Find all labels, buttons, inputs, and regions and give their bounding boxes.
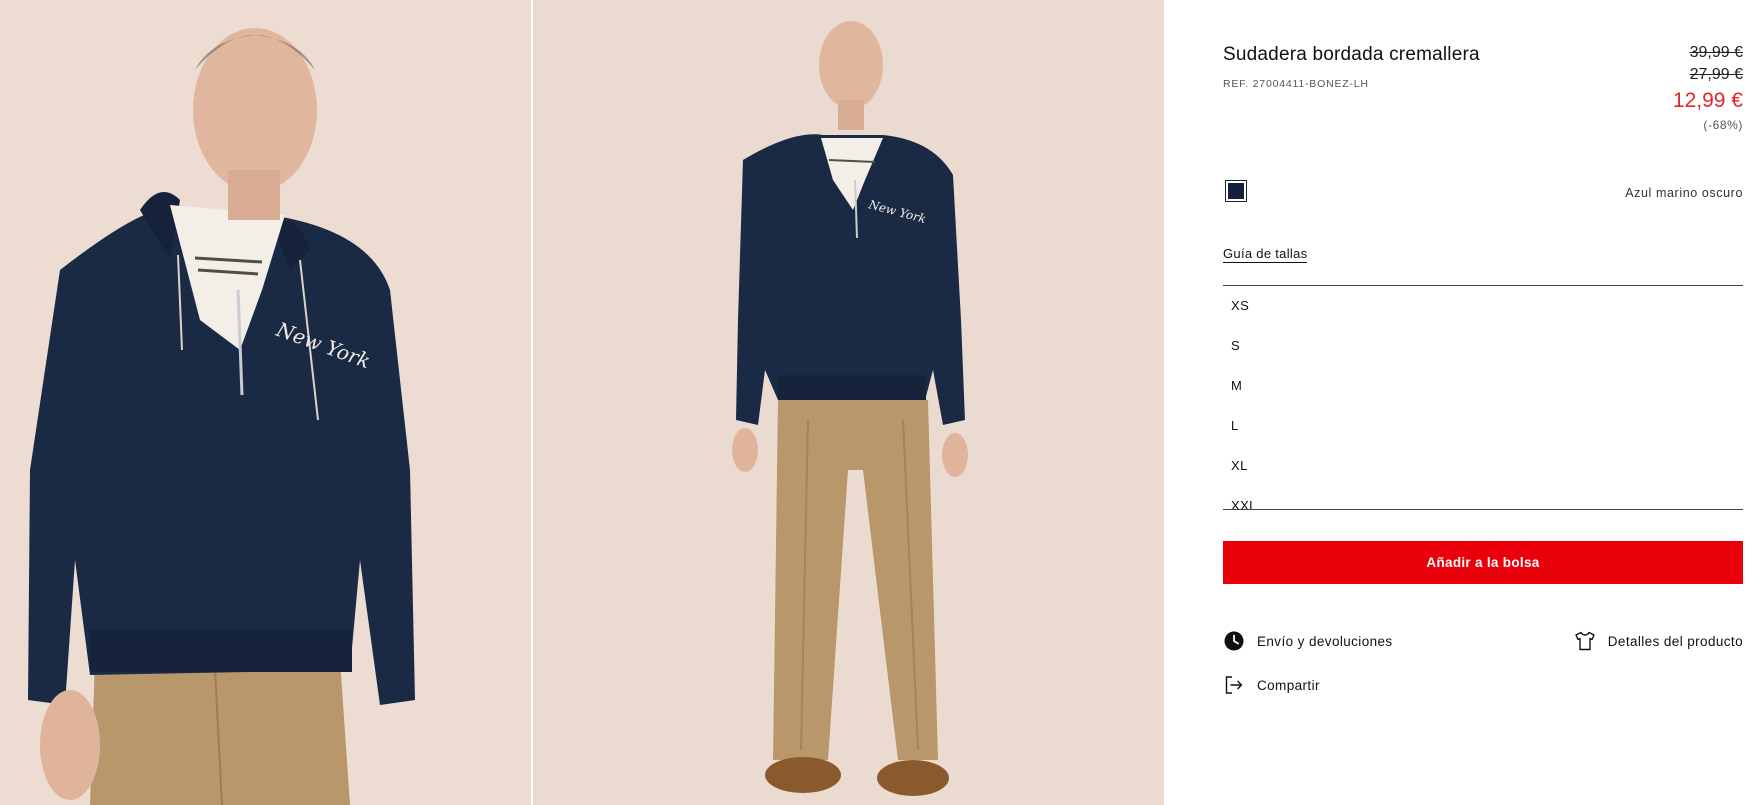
tshirt-icon	[1574, 630, 1596, 652]
price-current: 12,99 €	[1672, 89, 1743, 112]
product-page: New York New York Sudadera bordada crema…	[0, 0, 1753, 805]
add-to-bag-button[interactable]: Añadir a la bolsa	[1223, 541, 1743, 584]
model-closeup-illustration: New York	[0, 0, 531, 805]
color-name: Azul marino oscuro	[1625, 186, 1743, 200]
size-option-l[interactable]: L	[1223, 406, 1743, 446]
product-photo-closeup[interactable]: New York	[0, 0, 531, 805]
size-option-m[interactable]: M	[1223, 366, 1743, 406]
size-option-s[interactable]: S	[1223, 326, 1743, 366]
price-original: 39,99 €	[1689, 44, 1743, 61]
price-block: 39,99 € 27,99 € 12,99 € (-68%)	[1673, 42, 1743, 134]
model-fullbody-illustration: New York	[533, 0, 1164, 805]
product-reference: REF. 27004411-BONEZ-LH	[1223, 78, 1369, 90]
product-title: Sudadera bordada cremallera	[1223, 44, 1480, 65]
price-previous: 27,99 €	[1689, 66, 1743, 83]
size-list[interactable]: XS S M L XL XXL	[1223, 285, 1743, 510]
size-option-xxl[interactable]: XXL	[1223, 486, 1743, 509]
color-swatch-navy[interactable]	[1225, 180, 1247, 202]
discount-badge: (-68%)	[1703, 118, 1743, 132]
product-photo-fullbody[interactable]: New York	[533, 0, 1164, 805]
share-link[interactable]: Compartir	[1223, 674, 1320, 696]
share-exit-icon	[1223, 674, 1245, 696]
swatch-fill	[1228, 183, 1244, 199]
product-details-label: Detalles del producto	[1607, 633, 1743, 649]
size-guide-link[interactable]: Guía de tallas	[1223, 246, 1308, 263]
product-info-panel: Sudadera bordada cremallera REF. 2700441…	[1223, 0, 1743, 805]
shipping-returns-label: Envío y devoluciones	[1257, 633, 1393, 649]
size-option-xs[interactable]: XS	[1223, 286, 1743, 326]
share-label: Compartir	[1257, 677, 1320, 693]
product-details-link[interactable]: Detalles del producto	[1574, 630, 1743, 652]
shipping-returns-link[interactable]: Envío y devoluciones	[1223, 630, 1393, 652]
clock-icon	[1223, 630, 1245, 652]
size-option-xl[interactable]: XL	[1223, 446, 1743, 486]
